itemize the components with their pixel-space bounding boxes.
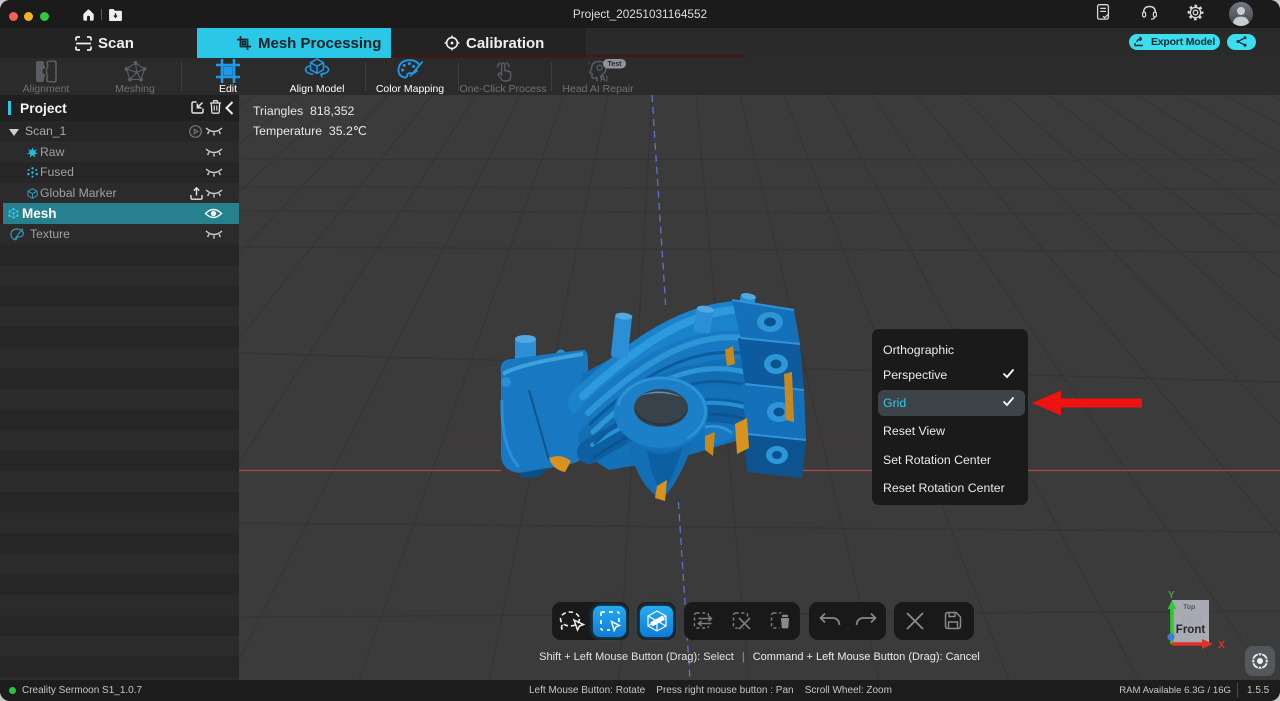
svg-text:AI: AI [600, 75, 608, 84]
svg-text:X: X [1218, 639, 1225, 651]
svg-text:Front: Front [1176, 624, 1206, 636]
svg-text:Test: Test [608, 61, 623, 68]
svg-text:Top: Top [1182, 604, 1195, 611]
svg-text:Y: Y [1168, 590, 1175, 601]
